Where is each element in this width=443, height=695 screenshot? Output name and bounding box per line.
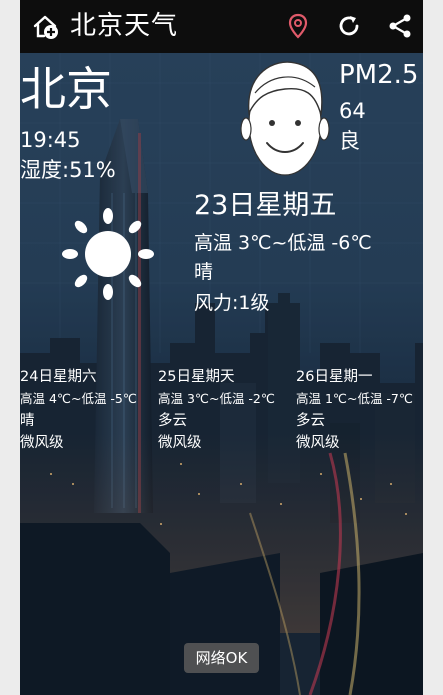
forecast-day-2: 25日星期天 高温 3℃~低温 -2℃ 多云 微风级	[158, 366, 294, 454]
today-condition: 晴	[194, 261, 214, 283]
today-date: 23日星期五	[194, 190, 337, 221]
forecast-temperature: 高温 1℃~低温 -7℃	[296, 391, 413, 406]
forecast-wind: 微风级	[296, 435, 340, 451]
forecast-day-1: 24日星期六 高温 4℃~低温 -5℃ 晴 微风级	[20, 366, 156, 454]
today-temperature: 高温 3℃~低温 -6℃	[194, 232, 372, 254]
forecast-date: 24日星期六	[20, 369, 97, 385]
network-status-toast: 网络OK	[184, 643, 259, 673]
sun-icon	[62, 208, 154, 300]
app-screen: 北京天气 北京 19:45 湿度:51% PM2.5 64 良 23日星期五 高…	[20, 0, 423, 695]
forecast-wind: 微风级	[20, 435, 64, 451]
humidity-text: 湿度:51%	[20, 158, 116, 182]
forecast-date: 25日星期天	[158, 369, 235, 385]
share-icon[interactable]	[387, 13, 413, 39]
forecast-date: 26日星期一	[296, 369, 373, 385]
forecast-wind: 微风级	[158, 435, 202, 451]
location-pin-icon[interactable]	[285, 13, 311, 39]
today-wind: 风力:1级	[194, 292, 270, 314]
update-time: 19:45	[20, 128, 81, 152]
forecast-condition: 晴	[20, 413, 35, 429]
pm25-quality: 良	[339, 129, 360, 153]
forecast-condition: 多云	[158, 413, 187, 429]
pm25-value: 64	[339, 99, 366, 123]
forecast-day-3: 26日星期一 高温 1℃~低温 -7℃ 多云 微风级	[296, 366, 423, 454]
pm25-label: PM2.5	[339, 60, 419, 90]
refresh-icon[interactable]	[336, 13, 362, 39]
app-title: 北京天气	[70, 11, 179, 41]
top-app-bar: 北京天气	[20, 0, 423, 53]
forecast-condition: 多云	[296, 413, 325, 429]
forecast-temperature: 高温 3℃~低温 -2℃	[158, 391, 275, 406]
weather-content: 北京 19:45 湿度:51% PM2.5 64 良 23日星期五 高温 3℃~…	[20, 53, 423, 695]
smiley-face-icon	[240, 61, 330, 176]
home-plus-icon[interactable]	[32, 12, 60, 40]
forecast-temperature: 高温 4℃~低温 -5℃	[20, 391, 137, 406]
city-name: 北京	[20, 62, 112, 116]
